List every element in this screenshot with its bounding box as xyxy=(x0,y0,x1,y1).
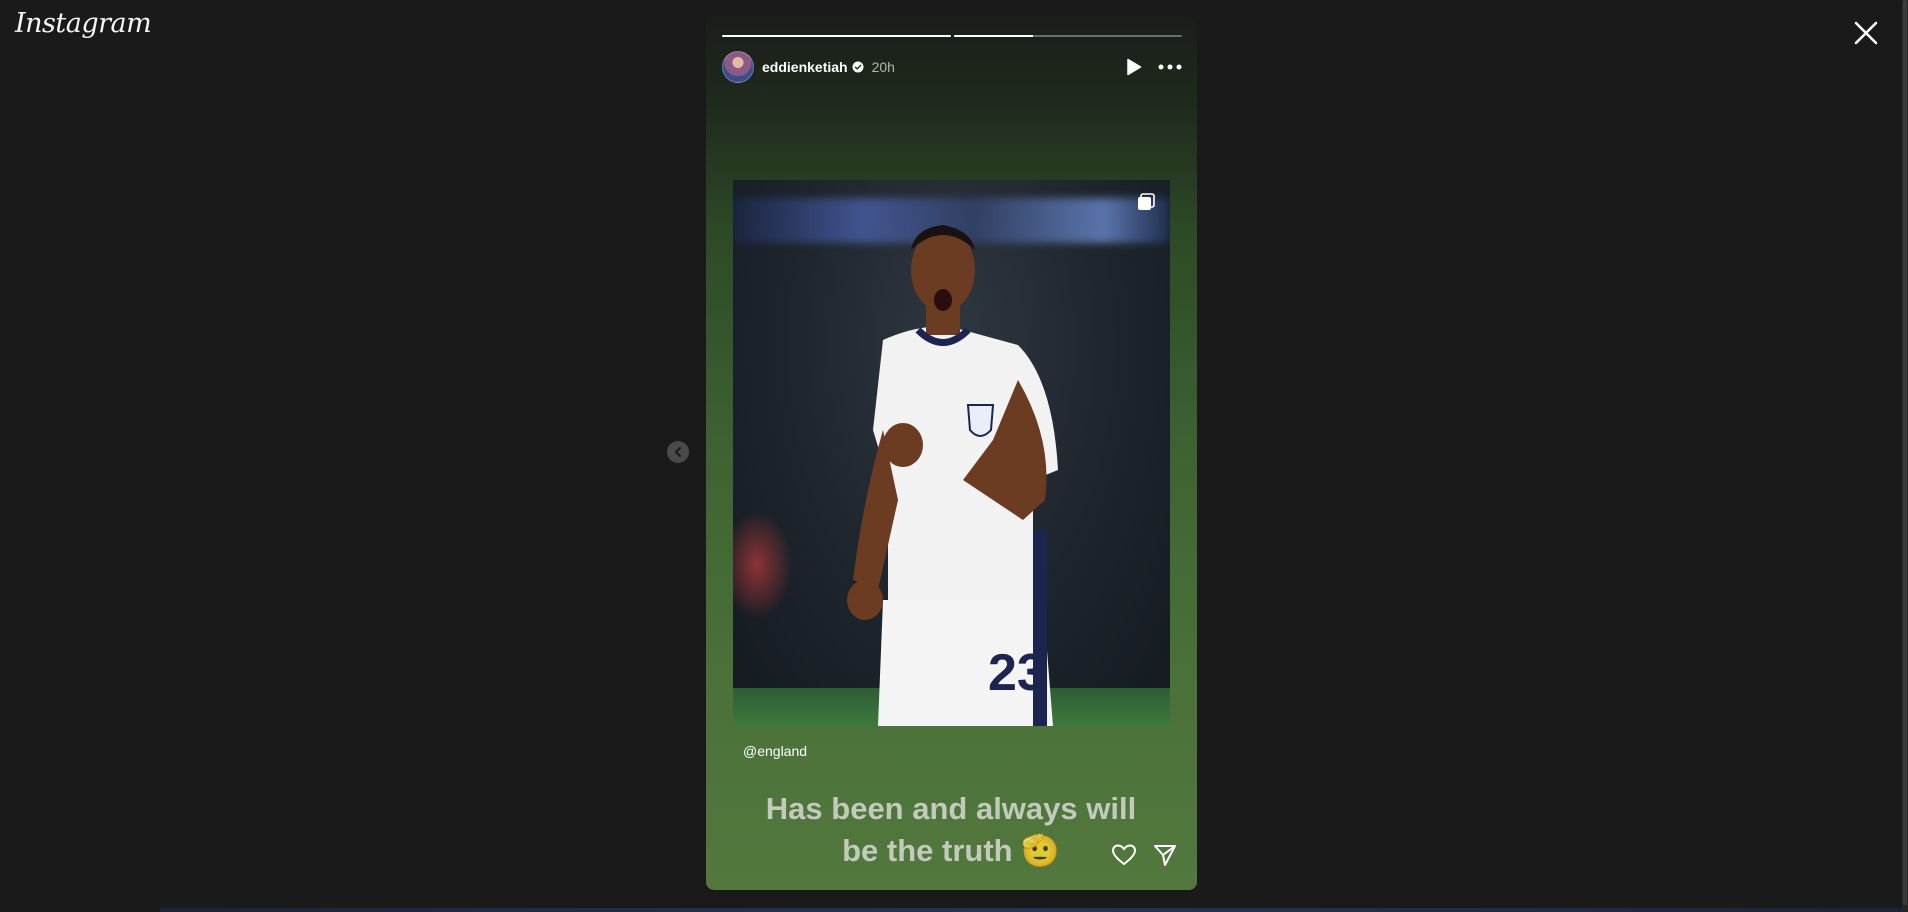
header-actions xyxy=(1126,58,1182,76)
like-button[interactable] xyxy=(1111,843,1137,867)
mention-tag[interactable]: @england xyxy=(743,743,807,759)
multiple-media-icon xyxy=(1138,193,1155,210)
caption-text: be the truth xyxy=(842,833,1013,868)
username-link[interactable]: eddienketiah xyxy=(762,59,848,75)
story-photo[interactable]: 23 xyxy=(733,180,1170,726)
story-viewer-page: Instagram eddienketiah 20h 23 @england H… xyxy=(0,0,1908,912)
progress-fill xyxy=(722,35,951,37)
chevron-left-icon xyxy=(675,447,681,457)
heart-icon xyxy=(1111,844,1137,866)
story-card[interactable]: eddienketiah 20h 23 @england Has been an… xyxy=(706,16,1197,890)
close-icon xyxy=(1854,21,1878,45)
more-options-icon xyxy=(1158,64,1182,70)
saluting-emoji: 🫡 xyxy=(1021,833,1060,868)
share-icon xyxy=(1154,845,1176,866)
scrollbar-thumb[interactable] xyxy=(1903,0,1907,905)
scrollbar[interactable] xyxy=(1902,0,1908,912)
previous-story-button[interactable] xyxy=(667,441,689,463)
bottom-strip xyxy=(160,908,1902,912)
share-button[interactable] xyxy=(1153,843,1177,867)
close-button[interactable] xyxy=(1851,18,1881,48)
story-actions xyxy=(1111,843,1177,867)
verified-badge-icon xyxy=(852,61,864,73)
progress-segment xyxy=(722,35,951,37)
post-time: 20h xyxy=(871,59,895,75)
story-progress xyxy=(722,35,1182,37)
play-button[interactable] xyxy=(1126,58,1142,76)
caption-line: be the truth 🫡 xyxy=(746,830,1156,872)
instagram-logo[interactable]: Instagram xyxy=(15,8,152,39)
progress-segment xyxy=(953,35,1182,37)
progress-fill xyxy=(953,35,1034,37)
play-icon xyxy=(1127,58,1142,76)
caption-line: Has been and always will xyxy=(765,791,1137,826)
story-caption: Has been and always will be the truth 🫡 xyxy=(746,788,1156,872)
story-header: eddienketiah 20h xyxy=(722,50,1182,84)
player-figure: 23 xyxy=(847,225,1058,726)
more-options-button[interactable] xyxy=(1158,64,1182,70)
svg-text:23: 23 xyxy=(988,644,1046,702)
avatar[interactable] xyxy=(722,51,754,83)
